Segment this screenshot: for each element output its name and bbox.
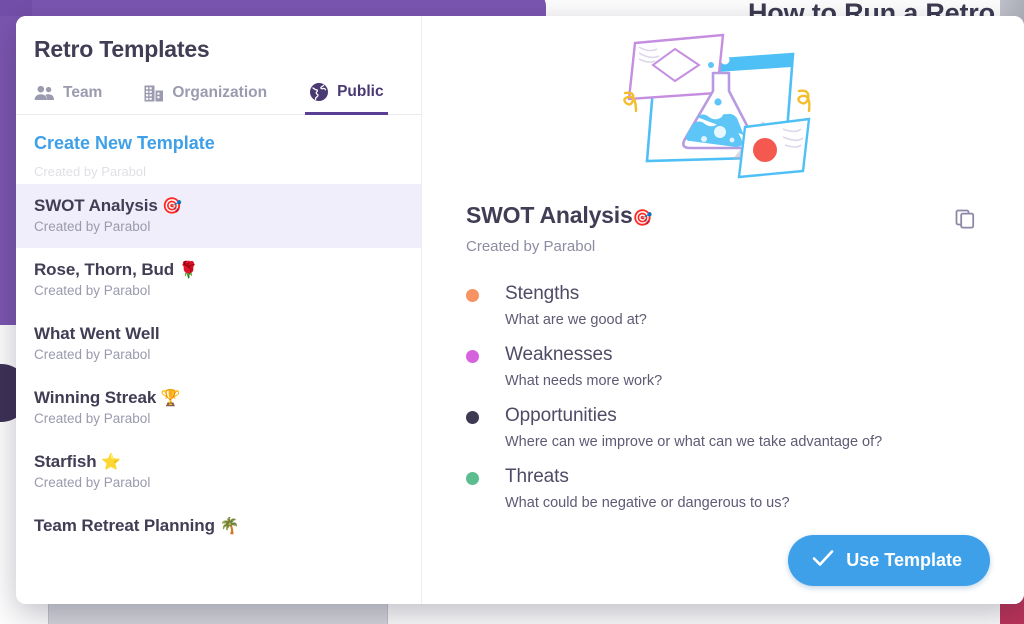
detail-title-text: SWOT Analysis <box>466 202 633 228</box>
template-emoji-icon: 🎯 <box>162 196 183 215</box>
list-item[interactable]: What Went Well Created by Parabol <box>16 312 421 376</box>
people-icon <box>34 85 55 101</box>
prompt-question: Threats <box>505 466 569 487</box>
tab-organization-label: Organization <box>172 84 268 101</box>
tab-team-label: Team <box>63 84 103 101</box>
use-template-label: Use Template <box>846 550 962 570</box>
template-name: What Went Well <box>34 324 403 344</box>
scrolled-partial-row: Created by Parabol <box>34 164 147 179</box>
template-name-text: Rose, Thorn, Bud <box>34 260 175 279</box>
template-list[interactable]: Create New Template Created by Parabol S… <box>16 115 421 604</box>
prompt-question: Stengths <box>505 283 580 304</box>
template-name: Team Retreat Planning 🌴 <box>34 516 403 536</box>
use-template-button[interactable]: Use Template <box>788 535 990 586</box>
tab-public-label: Public <box>337 83 384 100</box>
tab-organization[interactable]: Organization <box>140 78 271 115</box>
template-name: Starfish ⭐ <box>34 452 403 472</box>
prompt-row: Stengths What are we good at? <box>466 283 980 328</box>
prompt-texts: Stengths What are we good at? <box>505 283 647 328</box>
retro-templates-modal: Retro Templates Team Organization Public… <box>16 16 1024 604</box>
list-item[interactable]: SWOT Analysis 🎯 Created by Parabol <box>16 184 421 248</box>
prompt-texts: Threats What could be negative or dangero… <box>505 466 790 511</box>
template-author: Created by Parabol <box>34 219 151 234</box>
template-detail-panel: SWOT Analysis🎯 Created by Parabol Stengt… <box>422 16 1024 604</box>
copy-icon[interactable] <box>950 204 980 239</box>
template-illustration <box>422 16 1024 202</box>
template-name-text: Team Retreat Planning <box>34 516 215 535</box>
template-author: Created by Parabol <box>34 283 151 298</box>
prompt-question: Weaknesses <box>505 344 613 365</box>
list-item[interactable]: Team Retreat Planning 🌴 <box>16 504 421 553</box>
target-emoji-icon: 🎯 <box>632 208 653 227</box>
list-item[interactable]: Starfish ⭐ Created by Parabol <box>16 440 421 504</box>
template-name-text: Winning Streak <box>34 388 157 407</box>
template-name-text: SWOT Analysis <box>34 196 158 215</box>
prompt-color-dot <box>466 472 479 485</box>
page-title: Retro Templates <box>34 36 210 62</box>
tab-team[interactable]: Team <box>30 78 106 115</box>
templates-sidebar: Retro Templates Team Organization Public… <box>16 16 422 604</box>
template-author: Created by Parabol <box>34 411 151 426</box>
create-new-template-link[interactable]: Create New Template <box>16 115 421 164</box>
prompt-texts: Opportunities Where can we improve or wha… <box>505 405 882 450</box>
prompt-description: Where can we improve or what can we take… <box>505 434 883 450</box>
list-item[interactable]: Rose, Thorn, Bud 🌹 Created by Parabol <box>16 248 421 312</box>
globe-icon <box>309 82 329 102</box>
prompt-color-dot <box>466 411 479 424</box>
prompt-description: What needs more work? <box>505 373 663 389</box>
detail-title: SWOT Analysis🎯 <box>466 202 950 229</box>
template-detail-body: SWOT Analysis🎯 Created by Parabol Stengt… <box>422 202 1024 527</box>
template-emoji-icon: 🌴 <box>219 516 240 535</box>
detail-header-texts: SWOT Analysis🎯 Created by Parabol <box>466 202 950 255</box>
building-icon <box>144 85 164 102</box>
check-icon <box>812 549 834 572</box>
prompt-row: Weaknesses What needs more work? <box>466 344 980 389</box>
sidebar-header: Retro Templates Team Organization Public <box>16 16 421 115</box>
prompt-list: Stengths What are we good at? Weaknesses Wh… <box>466 283 980 511</box>
template-name: SWOT Analysis 🎯 <box>34 196 403 216</box>
template-emoji-icon: 🌹 <box>178 260 199 279</box>
template-name: Winning Streak 🏆 <box>34 388 403 408</box>
template-name-text: Starfish <box>34 452 97 471</box>
template-emoji-icon: 🏆 <box>160 388 181 407</box>
detail-header: SWOT Analysis🎯 Created by Parabol <box>466 202 980 255</box>
template-author: Created by Parabol <box>34 475 151 490</box>
template-scope-tabs: Team Organization Public <box>16 75 421 115</box>
template-author: Created by Parabol <box>34 347 151 362</box>
prompt-question: Opportunities <box>505 405 617 426</box>
detail-subtitle: Created by Parabol <box>466 238 596 255</box>
template-name: Rose, Thorn, Bud 🌹 <box>34 260 403 280</box>
template-emoji-icon: ⭐ <box>101 452 121 471</box>
prompt-description: What could be negative or dangerous to u… <box>505 495 790 511</box>
prompt-description: What are we good at? <box>505 312 647 328</box>
list-item[interactable]: Winning Streak 🏆 Created by Parabol <box>16 376 421 440</box>
template-name-text: What Went Well <box>34 324 160 343</box>
tab-public[interactable]: Public <box>305 76 388 115</box>
prompt-color-dot <box>466 289 479 302</box>
prompt-texts: Weaknesses What needs more work? <box>505 344 662 389</box>
prompt-row: Threats What could be negative or dangero… <box>466 466 980 511</box>
prompt-color-dot <box>466 350 479 363</box>
prompt-row: Opportunities Where can we improve or wha… <box>466 405 980 450</box>
